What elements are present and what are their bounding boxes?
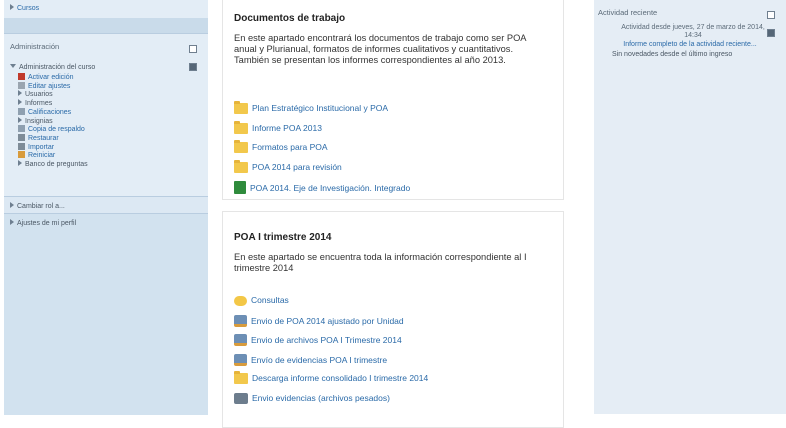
restore-icon bbox=[18, 133, 25, 141]
expand-arrow-icon bbox=[18, 90, 22, 97]
admin-item[interactable]: Insignias bbox=[18, 116, 53, 126]
admin-item-label[interactable]: Restaurar bbox=[28, 135, 59, 142]
dock-block-icon[interactable] bbox=[767, 29, 775, 37]
actividad-since: Actividad desde jueves, 27 de marzo de 2… bbox=[621, 24, 765, 39]
folder-icon bbox=[234, 159, 248, 173]
admin-item[interactable]: Banco de preguntas bbox=[18, 160, 88, 169]
admin-item-label: Insignias bbox=[25, 117, 53, 125]
expand-arrow-icon bbox=[18, 116, 22, 123]
actividad-reciente-block: Actividad reciente Actividad desde jueve… bbox=[594, 0, 786, 414]
cambiar-rol-item[interactable]: Cambiar rol a... bbox=[10, 202, 65, 211]
reset-icon bbox=[18, 151, 25, 159]
cursos-link[interactable]: Cursos bbox=[10, 4, 39, 13]
section-summary: En este apartado encontrará los document… bbox=[234, 33, 526, 65]
admin-item[interactable]: Usuarios bbox=[18, 90, 53, 99]
resource-link[interactable]: Envio evidencias (archivos pesados) bbox=[234, 392, 390, 404]
resource-label[interactable]: Envio evidencias (archivos pesados) bbox=[252, 393, 390, 403]
settings-icon bbox=[18, 81, 25, 89]
folder-icon bbox=[234, 120, 248, 134]
edit-icon bbox=[18, 73, 25, 80]
admin-item-label: Usuarios bbox=[25, 91, 53, 99]
administracion-block: Administración Administración del curso … bbox=[4, 33, 208, 204]
main-content: Documentos de trabajo En este apartado e… bbox=[208, 0, 588, 428]
section-documentos: Documentos de trabajo En este apartado e… bbox=[222, 0, 564, 200]
resource-link[interactable]: Consultas bbox=[234, 295, 289, 306]
resource-label[interactable]: Descarga informe consolidado I trimestre… bbox=[252, 373, 428, 383]
section-title: POA I trimestre 2014 bbox=[234, 232, 332, 243]
assignment-icon bbox=[234, 353, 247, 366]
collapse-block-icon[interactable] bbox=[767, 11, 775, 19]
block-controls[interactable] bbox=[188, 40, 202, 71]
resource-label[interactable]: Envío de evidencias POA I trimestre bbox=[251, 355, 387, 365]
assignment-icon bbox=[234, 314, 247, 327]
resource-link[interactable]: Envio de archivos POA I Trimestre 2014 bbox=[234, 334, 402, 346]
spreadsheet-icon bbox=[234, 181, 246, 194]
import-icon bbox=[18, 142, 25, 150]
folder-icon bbox=[234, 371, 248, 384]
resource-link[interactable]: POA 2014. Eje de Investigación. Integrad… bbox=[234, 181, 410, 194]
informe-completo-link[interactable]: Informe completo de la actividad recient… bbox=[594, 41, 786, 49]
backup-icon bbox=[18, 125, 25, 133]
cursos-block: Cursos bbox=[4, 0, 208, 18]
admin-item-label: Informes bbox=[25, 100, 53, 108]
admin-item[interactable]: Importar bbox=[18, 142, 54, 152]
expand-arrow-icon bbox=[10, 4, 14, 10]
collapse-block-icon[interactable] bbox=[189, 45, 197, 53]
expand-arrow-icon bbox=[18, 99, 22, 106]
section-summary: En este apartado se encuentra toda la in… bbox=[234, 252, 527, 273]
resource-label[interactable]: Consultas bbox=[251, 295, 289, 305]
administracion-title: Administración bbox=[10, 42, 60, 51]
admin-item[interactable]: Copia de respaldo bbox=[18, 125, 85, 134]
admin-item-label[interactable]: Importar bbox=[28, 144, 54, 151]
resource-link[interactable]: Envío de evidencias POA I trimestre bbox=[234, 353, 387, 366]
admin-item[interactable]: Restaurar bbox=[18, 133, 59, 143]
admin-item[interactable]: Calificaciones bbox=[18, 107, 71, 117]
resource-label[interactable]: Envio de POA 2014 ajustado por Unidad bbox=[251, 316, 404, 326]
expand-arrow-icon bbox=[10, 219, 14, 225]
dock-block-icon[interactable] bbox=[189, 63, 197, 71]
right-column: Actividad reciente Actividad desde jueve… bbox=[594, 0, 786, 414]
resource-link[interactable]: Descarga informe consolidado I trimestre… bbox=[234, 371, 428, 384]
forum-icon bbox=[234, 296, 247, 306]
folder-icon bbox=[234, 101, 248, 114]
resource-label[interactable]: POA 2014 para revisión bbox=[252, 162, 342, 172]
admin-item[interactable]: Activar edición bbox=[18, 73, 74, 82]
ajustes-perfil-block: Ajustes de mi perfil bbox=[4, 213, 208, 415]
admin-item-label[interactable]: Copia de respaldo bbox=[28, 126, 85, 133]
resource-label[interactable]: Formatos para POA bbox=[252, 142, 328, 152]
ajustes-perfil-item[interactable]: Ajustes de mi perfil bbox=[10, 219, 76, 228]
expand-arrow-icon bbox=[18, 160, 22, 166]
resource-link[interactable]: Formatos para POA bbox=[234, 140, 328, 153]
resource-link[interactable]: Plan Estratégico Institucional y POA bbox=[234, 101, 388, 114]
admin-item-label[interactable]: Calificaciones bbox=[28, 109, 71, 116]
block-controls[interactable] bbox=[766, 6, 780, 37]
resource-link[interactable]: Envio de POA 2014 ajustado por Unidad bbox=[234, 314, 404, 327]
resource-link[interactable]: Informe POA 2013 bbox=[234, 120, 322, 134]
admin-item-label[interactable]: Reiniciar bbox=[28, 152, 55, 159]
expand-arrow-icon bbox=[10, 202, 14, 208]
admin-item[interactable]: Editar ajustes bbox=[18, 81, 70, 91]
left-column: Cursos Administración Administración del… bbox=[4, 0, 208, 415]
resource-label[interactable]: Informe POA 2013 bbox=[252, 123, 322, 133]
admin-item-label: Banco de preguntas bbox=[25, 161, 88, 168]
grades-icon bbox=[18, 107, 25, 115]
resource-label[interactable]: Envio de archivos POA I Trimestre 2014 bbox=[251, 335, 402, 345]
section-poa-trimestre: POA I trimestre 2014 En este apartado se… bbox=[222, 211, 564, 428]
moodle-course-page: Cursos Administración Administración del… bbox=[0, 0, 786, 428]
admin-item-label[interactable]: Editar ajustes bbox=[28, 83, 70, 90]
resource-label[interactable]: POA 2014. Eje de Investigación. Integrad… bbox=[250, 183, 410, 193]
upload-icon bbox=[234, 392, 248, 404]
folder-icon bbox=[234, 140, 248, 153]
resource-label[interactable]: Plan Estratégico Institucional y POA bbox=[252, 103, 388, 113]
assignment-icon bbox=[234, 334, 247, 346]
administracion-curso-node[interactable]: Administración del curso bbox=[10, 64, 95, 72]
resource-link[interactable]: POA 2014 para revisión bbox=[234, 159, 342, 173]
admin-item[interactable]: Informes bbox=[18, 99, 52, 108]
actividad-reciente-title: Actividad reciente bbox=[598, 8, 658, 17]
section-title: Documentos de trabajo bbox=[234, 13, 346, 24]
collapse-arrow-icon bbox=[10, 64, 16, 68]
sin-novedades-text: Sin novedades desde el último ingreso bbox=[612, 51, 733, 58]
admin-item-label[interactable]: Activar edición bbox=[28, 74, 74, 81]
admin-item[interactable]: Reiniciar bbox=[18, 151, 55, 160]
